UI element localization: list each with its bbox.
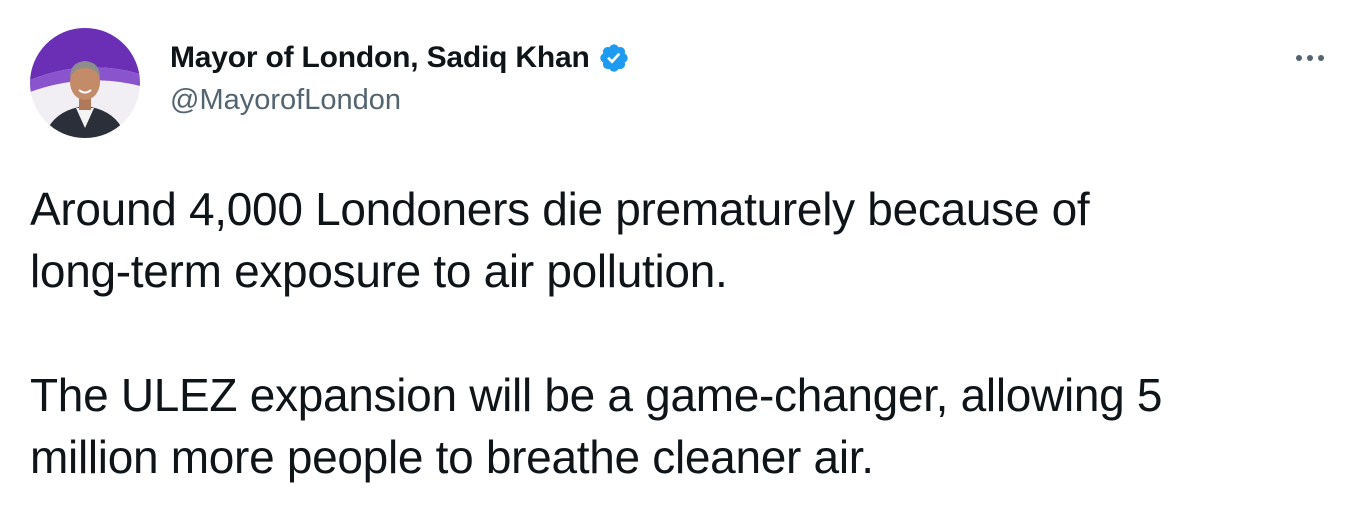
more-options-button[interactable] xyxy=(1286,40,1334,76)
author-handle[interactable]: @MayorofLondon xyxy=(170,84,401,117)
tweet-line: Around 4,000 Londoners die prematurely b… xyxy=(30,183,1090,235)
tweet-line: long-term exposure to air pollution. xyxy=(30,245,728,297)
author-name-row[interactable]: Mayor of London, Sadiq Khan xyxy=(170,38,630,78)
author-display-name[interactable]: Mayor of London, Sadiq Khan xyxy=(170,41,590,75)
tweet-line: million more people to breathe cleaner a… xyxy=(30,431,874,483)
tweet-paragraph-2: The ULEZ expansion will be a game-change… xyxy=(30,364,1330,488)
more-horizontal-icon xyxy=(1296,55,1302,61)
verified-badge-icon xyxy=(598,42,630,74)
more-dot xyxy=(1318,55,1324,61)
tweet-card: Mayor of London, Sadiq Khan @MayorofLond… xyxy=(0,0,1362,516)
tweet-line: The ULEZ expansion will be a game-change… xyxy=(30,369,1163,421)
more-dot xyxy=(1307,55,1313,61)
tweet-paragraph-1: Around 4,000 Londoners die prematurely b… xyxy=(30,178,1330,302)
avatar[interactable] xyxy=(30,28,140,138)
tweet-text: Around 4,000 Londoners die prematurely b… xyxy=(30,178,1330,488)
profile-photo xyxy=(30,28,140,138)
